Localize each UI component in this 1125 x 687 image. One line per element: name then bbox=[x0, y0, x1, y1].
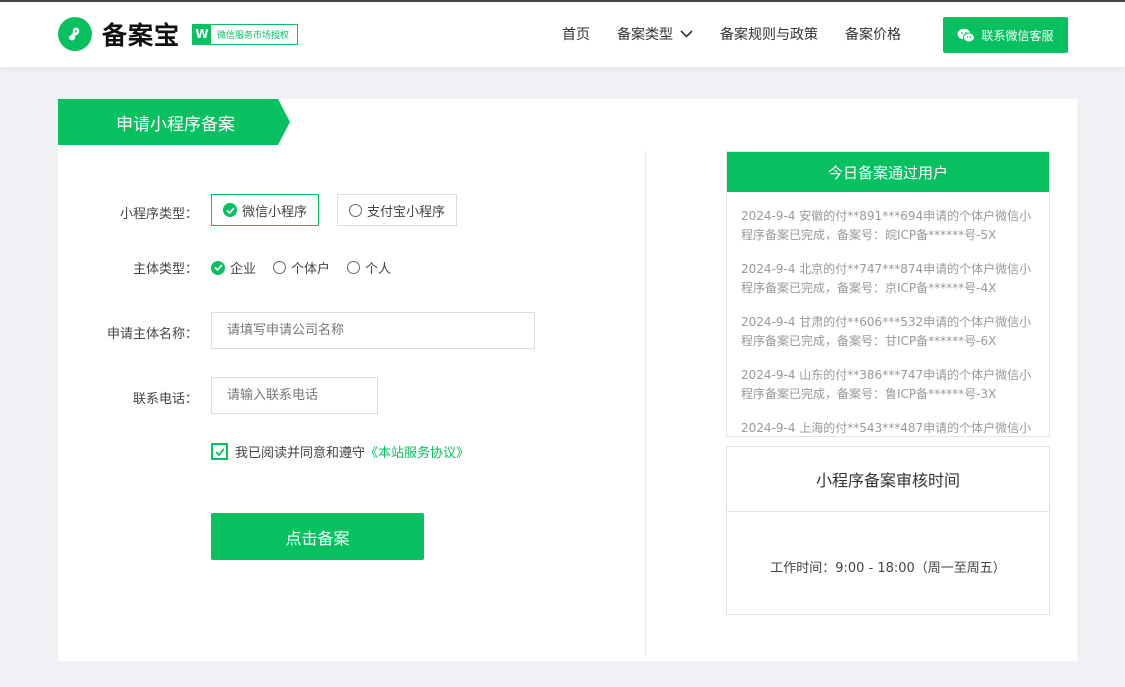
entity-type-option-company[interactable]: 企业 bbox=[211, 258, 256, 277]
entity-name-label: 申请主体名称： bbox=[106, 327, 198, 342]
contact-wechat-label: 联系微信客服 bbox=[981, 28, 1054, 43]
list-item: 2024-9-4 北京的付**747***874申请的个体户微信小程序备案已完成… bbox=[741, 262, 1032, 295]
entity-type-option-label: 企业 bbox=[230, 262, 257, 277]
phone-label: 联系电话： bbox=[132, 392, 198, 407]
app-type-option-alipay[interactable]: 支付宝小程序 bbox=[337, 194, 457, 226]
app-type-option-label: 支付宝小程序 bbox=[367, 204, 446, 220]
entity-type-option-label: 个人 bbox=[365, 262, 392, 277]
nav-item-filing-types[interactable]: 备案类型 bbox=[617, 24, 693, 44]
phone-input[interactable] bbox=[211, 377, 378, 414]
main-nav: 首页 备案类型 备案规则与政策 备案价格 bbox=[562, 24, 928, 44]
today-approved-title: 今日备案通过用户 bbox=[727, 152, 1049, 192]
app-type-option-label: 微信小程序 bbox=[242, 204, 308, 220]
submit-filing-button[interactable]: 点击备案 bbox=[211, 513, 424, 560]
working-hours: 工作时间：9:00 - 18:00（周一至周五） bbox=[770, 561, 1006, 576]
check-circle-icon bbox=[211, 260, 225, 275]
agreement-row: 我已阅读并同意和遵守 《本站服务协议》 bbox=[211, 442, 469, 461]
nav-label: 备案价格 bbox=[845, 27, 901, 43]
list-item: 2024-9-4 山东的付**386***747申请的个体户微信小程序备案已完成… bbox=[741, 368, 1032, 401]
list-item: 2024-9-4 安徽的付**891***694申请的个体户微信小程序备案已完成… bbox=[741, 209, 1032, 242]
nav-item-home[interactable]: 首页 bbox=[562, 24, 590, 44]
entity-name-input[interactable] bbox=[211, 312, 535, 349]
radio-icon bbox=[347, 261, 361, 274]
auth-mark-icon: W bbox=[193, 24, 212, 44]
brand-name: 备案宝 bbox=[102, 21, 181, 50]
check-circle-icon bbox=[223, 203, 237, 217]
radio-icon bbox=[273, 261, 287, 274]
miniprogram-logo-icon bbox=[58, 17, 92, 51]
nav-label: 备案类型 bbox=[617, 27, 673, 43]
filing-card: 申请小程序备案 小程序类型： 微信小程序 支付宝小程序 主体类型： 企业 个体户… bbox=[58, 99, 1077, 661]
column-divider bbox=[645, 151, 646, 656]
service-agreement-link[interactable]: 《本站服务协议》 bbox=[365, 442, 469, 461]
chevron-down-icon bbox=[680, 30, 693, 38]
review-time-panel: 小程序备案审核时间 工作时间：9:00 - 18:00（周一至周五） bbox=[726, 446, 1050, 615]
nav-label: 首页 bbox=[562, 27, 590, 43]
brand-logo[interactable]: 备案宝 W 微信服务市场授权 bbox=[58, 16, 299, 52]
review-time-title: 小程序备案审核时间 bbox=[727, 447, 1049, 512]
approved-list: 2024-9-4 安徽的付**891***694申请的个体户微信小程序备案已完成… bbox=[727, 207, 1049, 436]
section-title-text: 申请小程序备案 bbox=[116, 114, 235, 135]
app-type-option-wechat[interactable]: 微信小程序 bbox=[211, 194, 319, 226]
entity-type-option-individual-business[interactable]: 个体户 bbox=[273, 258, 330, 277]
entity-type-option-label: 个体户 bbox=[291, 262, 331, 277]
radio-icon bbox=[349, 203, 362, 217]
agreement-text: 我已阅读并同意和遵守 bbox=[235, 446, 366, 461]
nav-label: 备案规则与政策 bbox=[720, 27, 818, 43]
site-header: 备案宝 W 微信服务市场授权 首页 备案类型 备案规则与政策 备案价格 联系微信… bbox=[0, 2, 1125, 68]
nav-item-rules[interactable]: 备案规则与政策 bbox=[720, 24, 818, 44]
auth-badge: W 微信服务市场授权 bbox=[192, 23, 299, 45]
entity-type-label: 主体类型： bbox=[132, 262, 198, 277]
app-type-label: 小程序类型： bbox=[119, 207, 198, 222]
list-item: 2024-9-4 上海的付**543***487申请的个体户微信小程序备案已完成 bbox=[741, 421, 1032, 435]
nav-item-pricing[interactable]: 备案价格 bbox=[845, 24, 901, 44]
list-item: 2024-9-4 甘肃的付**606***532申请的个体户微信小程序备案已完成… bbox=[741, 315, 1032, 348]
checkbox-icon[interactable] bbox=[211, 443, 228, 460]
auth-badge-text: 微信服务市场授权 bbox=[217, 30, 290, 41]
today-approved-panel: 今日备案通过用户 2024-9-4 安徽的付**891***694申请的个体户微… bbox=[726, 151, 1050, 437]
wechat-icon bbox=[957, 28, 976, 42]
contact-wechat-button[interactable]: 联系微信客服 bbox=[943, 17, 1068, 53]
entity-type-option-personal[interactable]: 个人 bbox=[347, 258, 391, 277]
section-title: 申请小程序备案 bbox=[58, 99, 290, 145]
entity-type-options: 企业 个体户 个人 bbox=[211, 258, 408, 277]
